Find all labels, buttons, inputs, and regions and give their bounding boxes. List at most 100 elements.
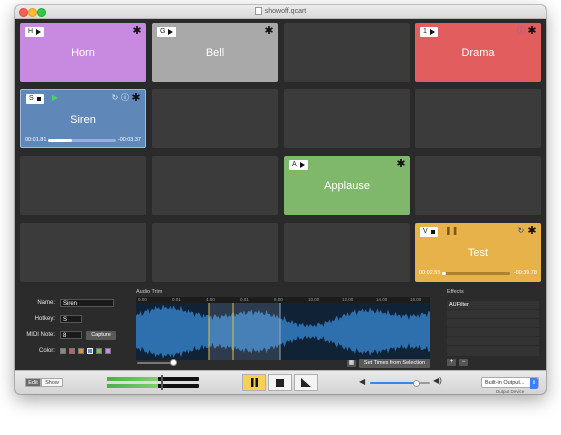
cue-bell[interactable]: G ✱ Bell <box>152 23 278 82</box>
empty-slot[interactable] <box>415 89 541 148</box>
ruler-tick: 12.00 <box>342 297 354 302</box>
pause-all-button[interactable] <box>242 374 266 391</box>
loop-icon[interactable]: ↻ <box>517 227 525 235</box>
cue-name: Bell <box>205 47 225 59</box>
volume-high-icon: ◀) <box>433 376 442 385</box>
progress-bar[interactable] <box>48 139 116 142</box>
effect-item-empty <box>447 319 539 328</box>
ruler-tick: 4.00 <box>206 297 215 302</box>
audio-trim-title: Audio Trim <box>136 289 163 295</box>
empty-slot[interactable] <box>284 223 410 282</box>
effects-list: AUFilter <box>447 301 539 356</box>
hotkey-label: Hotkey: <box>34 316 55 322</box>
empty-slot[interactable] <box>20 223 146 282</box>
selection-icon[interactable]: ▦ <box>347 360 356 367</box>
zoom-slider-knob[interactable] <box>170 359 177 366</box>
name-field[interactable]: Siren <box>60 299 114 307</box>
ruler-tick: 0.00 <box>138 297 147 302</box>
app-window: showoff.qcart H ✱ Horn G ✱ Bell 1 ⓘ ✱ Dr… <box>15 5 546 394</box>
set-times-button[interactable]: Set Times from Selection <box>359 359 430 368</box>
remove-effect-button[interactable]: − <box>459 359 468 366</box>
stop-icon <box>276 378 284 387</box>
effect-item[interactable]: AUFilter <box>447 301 539 310</box>
gear-icon[interactable]: ✱ <box>527 26 537 37</box>
color-swatch[interactable] <box>78 348 84 354</box>
cue-horn[interactable]: H ✱ Horn <box>20 23 146 82</box>
bottom-toolbar: Edit Show ◀ ◀) Built-in Output... ⇕ Outpu… <box>15 370 546 394</box>
empty-slot[interactable] <box>152 89 278 148</box>
zoom-slider[interactable] <box>137 359 177 366</box>
loop-icon[interactable]: ↻ <box>111 94 119 102</box>
pause-icon: ❚❚ <box>445 226 459 235</box>
color-swatch[interactable] <box>87 348 93 354</box>
volume-fill <box>370 382 417 384</box>
play-icon <box>299 162 305 168</box>
master-volume-slider[interactable] <box>370 379 430 387</box>
stop-all-button[interactable] <box>268 374 292 391</box>
fade-icon <box>301 378 311 387</box>
hotkey-badge: S <box>26 94 44 104</box>
cue-drama[interactable]: 1 ⓘ ✱ Drama <box>415 23 541 82</box>
gear-icon[interactable]: ✱ <box>132 26 142 37</box>
gear-icon[interactable]: ✱ <box>131 93 141 104</box>
cue-editor-panel: Name: Siren Hotkey: S MIDI Note: 8 Captu… <box>15 287 546 370</box>
hotkey-badge: 1 <box>420 27 438 37</box>
hotkey-text: H <box>28 28 34 35</box>
hotkey-badge: G <box>157 27 177 37</box>
empty-slot[interactable] <box>284 23 410 82</box>
progress-fill <box>442 272 447 275</box>
ruler-tick: 0.01 <box>240 297 249 302</box>
capture-button[interactable]: Capture <box>86 331 116 340</box>
level-meter-left <box>107 377 199 381</box>
progress-bar[interactable] <box>442 272 510 275</box>
remaining-time: -00:03.37 <box>117 137 141 143</box>
color-swatch[interactable] <box>60 348 66 354</box>
color-swatch[interactable] <box>69 348 75 354</box>
ruler-tick: 8.00 <box>274 297 283 302</box>
waveform[interactable] <box>136 303 430 360</box>
level-fill <box>107 377 158 381</box>
cue-siren[interactable]: S ▶ ↻ ⓘ ✱ Siren 00:01.81 -00:03.37 <box>20 89 146 148</box>
hotkey-field[interactable]: S <box>60 315 82 323</box>
info-icon[interactable]: ⓘ <box>517 27 525 35</box>
info-icon[interactable]: ⓘ <box>121 94 129 102</box>
meter-marker <box>161 375 163 390</box>
empty-slot[interactable] <box>152 223 278 282</box>
gear-icon[interactable]: ✱ <box>264 26 274 37</box>
stop-icon <box>36 97 41 101</box>
document-icon <box>254 7 262 16</box>
show-mode-button[interactable]: Show <box>41 378 63 387</box>
empty-slot[interactable] <box>152 156 278 215</box>
add-effect-button[interactable]: + <box>447 359 456 366</box>
effect-item-empty <box>447 337 539 346</box>
remaining-time: -00:39.78 <box>513 270 537 276</box>
cue-name: Applause <box>324 180 370 192</box>
cue-test[interactable]: V ❚❚ ↻ ✱ Test 00:02.55 -00:39.78 <box>415 223 541 282</box>
color-swatch[interactable] <box>105 348 111 354</box>
fade-out-button[interactable] <box>294 374 318 391</box>
hotkey-text: G <box>160 28 166 35</box>
edit-mode-button[interactable]: Edit <box>25 378 41 387</box>
empty-slot[interactable] <box>415 156 541 215</box>
cue-name: Drama <box>461 47 495 59</box>
waveform-path <box>136 304 430 359</box>
elapsed-time: 00:02.55 <box>419 270 441 276</box>
midi-note-field[interactable]: 8 <box>60 331 82 339</box>
cue-name: Siren <box>70 114 96 126</box>
name-label: Name: <box>37 300 55 306</box>
ruler-tick: 16.00 <box>410 297 422 302</box>
output-device-select[interactable]: Built-in Output... ⇕ <box>481 377 539 389</box>
gear-icon[interactable]: ✱ <box>396 159 406 170</box>
color-swatch[interactable] <box>96 348 102 354</box>
empty-slot[interactable] <box>20 156 146 215</box>
cue-name: Test <box>467 247 489 259</box>
volume-knob[interactable] <box>413 379 421 387</box>
effect-item-empty <box>447 328 539 337</box>
gear-icon[interactable]: ✱ <box>527 226 537 237</box>
play-icon <box>36 29 42 35</box>
window-title-text: showoff.qcart <box>264 8 307 15</box>
empty-slot[interactable] <box>284 89 410 148</box>
trim-selection[interactable] <box>209 303 280 360</box>
cue-applause[interactable]: A ✱ Applause <box>284 156 410 215</box>
ruler-tick: 14.00 <box>376 297 388 302</box>
